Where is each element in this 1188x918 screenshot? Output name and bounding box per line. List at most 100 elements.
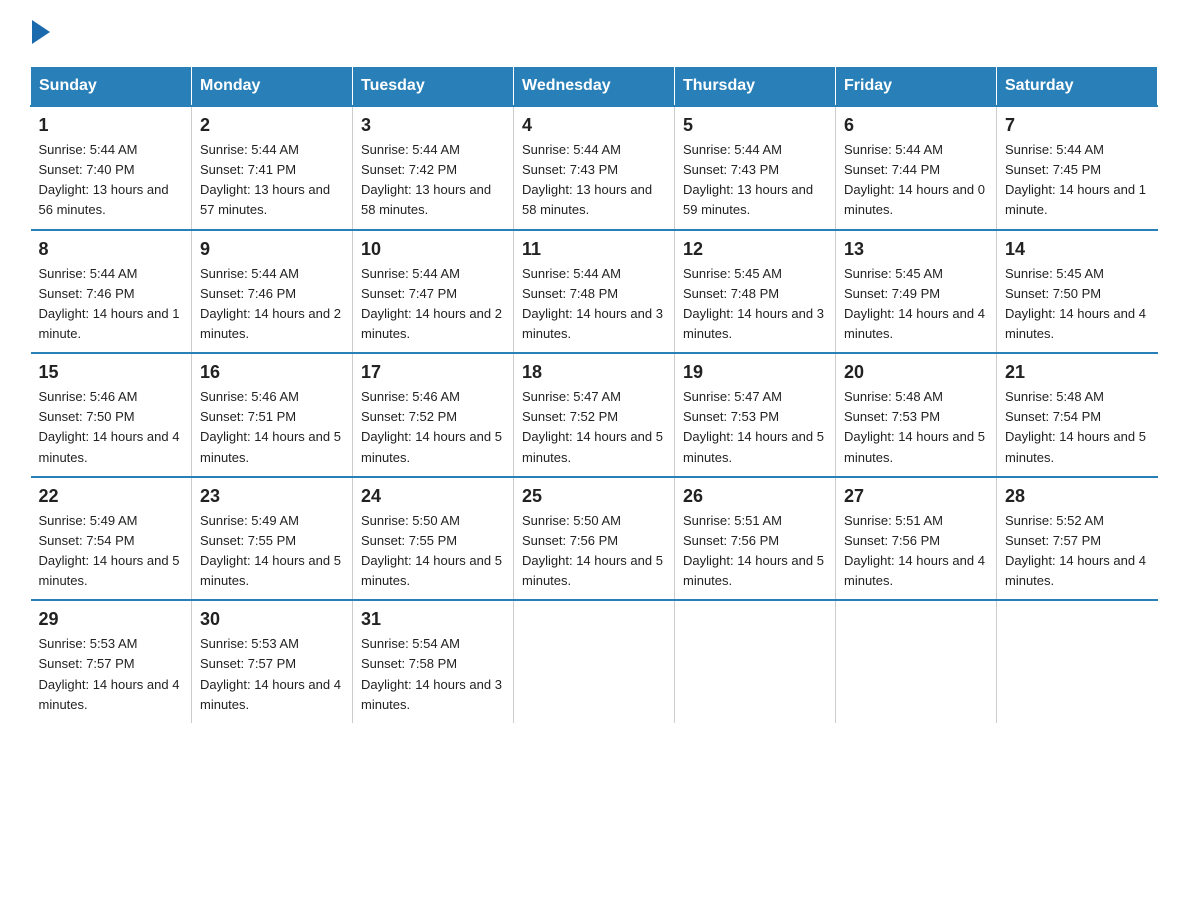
calendar-cell: 16 Sunrise: 5:46 AMSunset: 7:51 PMDayligh… xyxy=(192,353,353,477)
calendar-cell: 6Sunrise: 5:44 AMSunset: 7:44 PMDaylight… xyxy=(836,106,997,230)
calendar-table: SundayMondayTuesdayWednesdayThursdayFrid… xyxy=(30,66,1158,723)
day-info: Sunrise: 5:52 AMSunset: 7:57 PMDaylight:… xyxy=(1005,511,1150,592)
calendar-cell: 29Sunrise: 5:53 AMSunset: 7:57 PMDayligh… xyxy=(31,600,192,723)
sunset-label: Sunset: 7:57 PM xyxy=(1005,533,1101,548)
header-thursday: Thursday xyxy=(675,67,836,107)
daylight-label: Daylight: 13 hours and 58 minutes. xyxy=(361,182,491,217)
day-number: 14 xyxy=(1005,239,1150,260)
day-number: 4 xyxy=(522,115,666,136)
sunrise-label: Sunrise: 5:47 AM xyxy=(522,389,621,404)
calendar-cell: 4 Sunrise: 5:44 AMSunset: 7:43 PMDaylight… xyxy=(514,106,675,230)
day-number: 12 xyxy=(683,239,827,260)
day-number: 1 xyxy=(39,115,184,136)
daylight-label: Daylight: 14 hours and 5 minutes. xyxy=(844,429,985,464)
sunset-label: Sunset: 7:49 PM xyxy=(844,286,940,301)
sunset-label: Sunset: 7:58 PM xyxy=(361,656,457,671)
calendar-cell xyxy=(836,600,997,723)
calendar-cell: 25Sunrise: 5:50 AMSunset: 7:56 PMDayligh… xyxy=(514,477,675,601)
day-info: Sunrise: 5:45 AMSunset: 7:48 PMDaylight:… xyxy=(683,264,827,345)
header-wednesday: Wednesday xyxy=(514,67,675,107)
daylight-label: Daylight: 14 hours and 1 minute. xyxy=(1005,182,1146,217)
daylight-label: Daylight: 14 hours and 2 minutes. xyxy=(200,306,341,341)
header-monday: Monday xyxy=(192,67,353,107)
daylight-label: Daylight: 14 hours and 5 minutes. xyxy=(200,553,341,588)
sunrise-label: Sunrise: 5:50 AM xyxy=(522,513,621,528)
daylight-label: Daylight: 14 hours and 5 minutes. xyxy=(522,553,663,588)
day-number: 18 xyxy=(522,362,666,383)
sunset-label: Sunset: 7:53 PM xyxy=(844,409,940,424)
sunrise-label: Sunrise: 5:53 AM xyxy=(39,636,138,651)
day-number: 13 xyxy=(844,239,988,260)
week-row-4: 22Sunrise: 5:49 AMSunset: 7:54 PMDayligh… xyxy=(31,477,1158,601)
day-number: 16 xyxy=(200,362,344,383)
calendar-cell: 12 Sunrise: 5:45 AMSunset: 7:48 PMDayligh… xyxy=(675,230,836,354)
daylight-label: Daylight: 14 hours and 3 minutes. xyxy=(361,677,502,712)
day-number: 6 xyxy=(844,115,988,136)
logo-arrow-icon xyxy=(32,20,50,44)
calendar-cell: 27Sunrise: 5:51 AMSunset: 7:56 PMDayligh… xyxy=(836,477,997,601)
sunset-label: Sunset: 7:50 PM xyxy=(39,409,135,424)
sunset-label: Sunset: 7:57 PM xyxy=(39,656,135,671)
day-info: Sunrise: 5:47 AMSunset: 7:53 PMDaylight:… xyxy=(683,387,827,468)
sunrise-label: Sunrise: 5:49 AM xyxy=(39,513,138,528)
sunset-label: Sunset: 7:55 PM xyxy=(200,533,296,548)
sunrise-label: Sunrise: 5:44 AM xyxy=(39,266,138,281)
daylight-label: Daylight: 14 hours and 3 minutes. xyxy=(522,306,663,341)
calendar-cell: 14Sunrise: 5:45 AMSunset: 7:50 PMDayligh… xyxy=(997,230,1158,354)
calendar-cell: 18Sunrise: 5:47 AMSunset: 7:52 PMDayligh… xyxy=(514,353,675,477)
day-info: Sunrise: 5:45 AMSunset: 7:49 PMDaylight:… xyxy=(844,264,988,345)
sunrise-label: Sunrise: 5:44 AM xyxy=(39,142,138,157)
sunrise-label: Sunrise: 5:44 AM xyxy=(200,266,299,281)
calendar-cell: 1 Sunrise: 5:44 AMSunset: 7:40 PMDaylight… xyxy=(31,106,192,230)
sunrise-label: Sunrise: 5:49 AM xyxy=(200,513,299,528)
daylight-label: Daylight: 14 hours and 5 minutes. xyxy=(522,429,663,464)
calendar-cell: 30 Sunrise: 5:53 AMSunset: 7:57 PMDayligh… xyxy=(192,600,353,723)
sunset-label: Sunset: 7:50 PM xyxy=(1005,286,1101,301)
day-number: 5 xyxy=(683,115,827,136)
daylight-label: Daylight: 14 hours and 4 minutes. xyxy=(844,553,985,588)
calendar-cell: 31Sunrise: 5:54 AMSunset: 7:58 PMDayligh… xyxy=(353,600,514,723)
sunrise-label: Sunrise: 5:48 AM xyxy=(1005,389,1104,404)
day-number: 3 xyxy=(361,115,505,136)
sunrise-label: Sunrise: 5:44 AM xyxy=(844,142,943,157)
sunrise-label: Sunrise: 5:48 AM xyxy=(844,389,943,404)
calendar-body: 1 Sunrise: 5:44 AMSunset: 7:40 PMDaylight… xyxy=(31,106,1158,723)
sunset-label: Sunset: 7:44 PM xyxy=(844,162,940,177)
calendar-cell: 17Sunrise: 5:46 AMSunset: 7:52 PMDayligh… xyxy=(353,353,514,477)
sunset-label: Sunset: 7:48 PM xyxy=(683,286,779,301)
day-info: Sunrise: 5:46 AMSunset: 7:51 PMDaylight:… xyxy=(200,387,344,468)
logo xyxy=(30,20,50,46)
sunrise-label: Sunrise: 5:44 AM xyxy=(1005,142,1104,157)
sunset-label: Sunset: 7:46 PM xyxy=(200,286,296,301)
day-number: 17 xyxy=(361,362,505,383)
day-info: Sunrise: 5:44 AM Sunset: 7:46 PM Daylight:… xyxy=(200,264,344,345)
day-number: 30 xyxy=(200,609,344,630)
daylight-label: Daylight: 14 hours and 5 minutes. xyxy=(683,429,824,464)
sunset-label: Sunset: 7:43 PM xyxy=(683,162,779,177)
day-info: Sunrise: 5:44 AMSunset: 7:40 PMDaylight:… xyxy=(39,140,184,221)
daylight-label: Daylight: 14 hours and 2 minutes. xyxy=(361,306,502,341)
header-tuesday: Tuesday xyxy=(353,67,514,107)
sunrise-label: Sunrise: 5:46 AM xyxy=(39,389,138,404)
day-info: Sunrise: 5:53 AMSunset: 7:57 PMDaylight:… xyxy=(200,634,344,715)
week-row-3: 15Sunrise: 5:46 AMSunset: 7:50 PMDayligh… xyxy=(31,353,1158,477)
calendar-cell: 13 Sunrise: 5:45 AMSunset: 7:49 PMDayligh… xyxy=(836,230,997,354)
daylight-label: Daylight: 14 hours and 3 minutes. xyxy=(683,306,824,341)
sunset-label: Sunset: 7:48 PM xyxy=(522,286,618,301)
day-info: Sunrise: 5:53 AMSunset: 7:57 PMDaylight:… xyxy=(39,634,184,715)
day-number: 22 xyxy=(39,486,184,507)
day-info: Sunrise: 5:49 AM Sunset: 7:55 PM Daylight:… xyxy=(200,511,344,592)
day-info: Sunrise: 5:44 AMSunset: 7:43 PMDaylight:… xyxy=(522,140,666,221)
sunrise-label: Sunrise: 5:44 AM xyxy=(522,142,621,157)
daylight-label: Daylight: 14 hours and 5 minutes. xyxy=(683,553,824,588)
calendar-cell: 24Sunrise: 5:50 AMSunset: 7:55 PMDayligh… xyxy=(353,477,514,601)
sunrise-label: Sunrise: 5:51 AM xyxy=(683,513,782,528)
day-number: 7 xyxy=(1005,115,1150,136)
day-info: Sunrise: 5:44 AM Sunset: 7:45 PM Daylight:… xyxy=(1005,140,1150,221)
sunset-label: Sunset: 7:53 PM xyxy=(683,409,779,424)
sunrise-label: Sunrise: 5:52 AM xyxy=(1005,513,1104,528)
sunrise-label: Sunrise: 5:44 AM xyxy=(522,266,621,281)
day-number: 29 xyxy=(39,609,184,630)
sunset-label: Sunset: 7:45 PM xyxy=(1005,162,1101,177)
calendar-cell: 28Sunrise: 5:52 AMSunset: 7:57 PMDayligh… xyxy=(997,477,1158,601)
